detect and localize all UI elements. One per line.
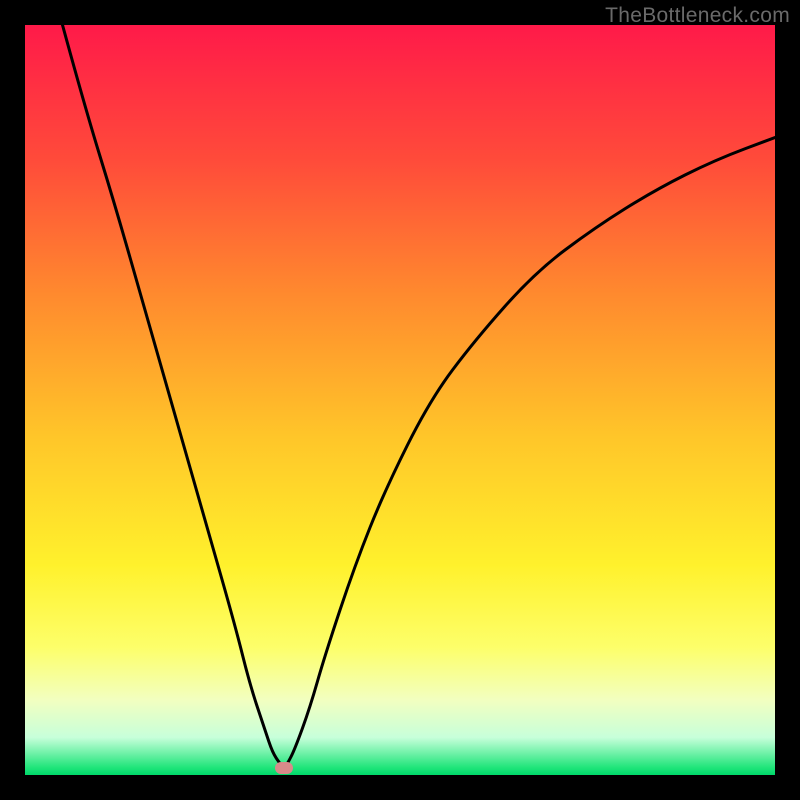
chart-area	[25, 25, 775, 775]
optimal-point-marker	[275, 762, 293, 774]
